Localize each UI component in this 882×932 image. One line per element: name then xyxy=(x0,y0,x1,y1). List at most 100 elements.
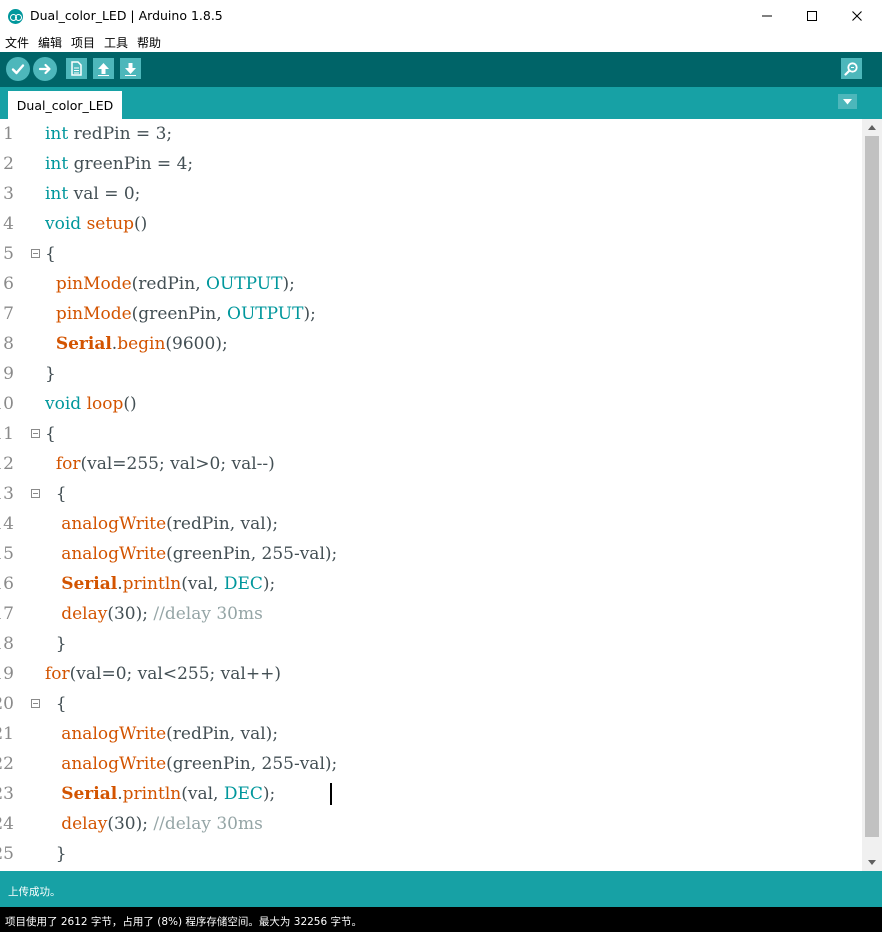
menu-file[interactable]: 文件 xyxy=(5,34,29,51)
code-token: (redPin, val); xyxy=(166,514,279,534)
line-code: Serial.println(val, DEC); xyxy=(45,574,275,594)
line-code: int greenPin = 4; xyxy=(45,154,193,174)
line-number: 22 xyxy=(0,754,14,774)
line-code: } xyxy=(45,634,67,654)
new-icon xyxy=(71,61,82,76)
line-number: 24 xyxy=(0,814,14,834)
scroll-up-button[interactable] xyxy=(862,119,882,136)
close-button[interactable] xyxy=(834,0,880,32)
line-code: int redPin = 3; xyxy=(45,124,172,144)
code-line: 24 delay(30); //delay 30ms xyxy=(0,809,862,839)
code-token: analogWrite xyxy=(61,514,167,534)
line-number: 7 xyxy=(3,304,14,324)
code-editor[interactable]: 1 int redPin = 3; 2 int greenPin = 4; 3 int v… xyxy=(0,119,882,871)
code-token: loop xyxy=(86,394,124,414)
fold-collapse-icon[interactable] xyxy=(31,489,40,498)
code-token: { xyxy=(45,694,67,714)
code-line: 13 { xyxy=(0,479,862,509)
code-token: () xyxy=(123,394,137,414)
code-token: ); xyxy=(262,574,276,594)
code-token: //delay 30ms xyxy=(153,604,263,624)
code-line: 7 pinMode(greenPin, OUTPUT); xyxy=(0,299,862,329)
code-token: println xyxy=(122,784,182,804)
open-button[interactable] xyxy=(93,58,114,79)
scroll-down-button[interactable] xyxy=(862,854,882,871)
code-line: 6 pinMode(redPin, OUTPUT); xyxy=(0,269,862,299)
close-icon xyxy=(852,11,862,21)
code-line: 2 int greenPin = 4; xyxy=(0,149,862,179)
code-line: 5{ xyxy=(0,239,862,269)
verify-button[interactable] xyxy=(6,57,30,81)
line-code: analogWrite(greenPin, 255-val); xyxy=(45,754,337,774)
line-number: 6 xyxy=(3,274,14,294)
code-token: setup xyxy=(86,214,135,234)
line-code: void setup() xyxy=(45,214,147,234)
upload-icon xyxy=(38,63,51,75)
new-button[interactable] xyxy=(66,58,87,79)
code-line: 4 void setup() xyxy=(0,209,862,239)
minimize-button[interactable] xyxy=(744,0,790,32)
menu-bar: 文件 编辑 项目 工具 帮助 xyxy=(0,32,882,52)
code-token: int xyxy=(45,184,69,204)
code-token: pinMode xyxy=(55,274,132,294)
code-token: Serial xyxy=(55,334,112,354)
scroll-up-arrow-icon xyxy=(868,125,876,130)
chevron-down-icon xyxy=(843,98,852,104)
code-line: 20 { xyxy=(0,689,862,719)
code-line: 25 } xyxy=(0,839,862,869)
scroll-thumb[interactable] xyxy=(865,136,879,837)
status-message: 上传成功。 xyxy=(8,886,61,898)
code-token: analogWrite xyxy=(61,754,167,774)
code-line: 21 analogWrite(redPin, val); xyxy=(0,719,862,749)
code-token: void xyxy=(45,394,82,414)
line-number: 15 xyxy=(0,544,14,564)
code-token: DEC xyxy=(223,784,263,804)
menu-tools[interactable]: 工具 xyxy=(104,34,128,51)
line-code: { xyxy=(45,424,56,444)
tab-dual-color-led[interactable]: Dual_color_LED xyxy=(8,91,122,119)
line-number: 5 xyxy=(3,244,14,264)
code-token: for xyxy=(55,454,81,474)
code-line: 14 analogWrite(redPin, val); xyxy=(0,509,862,539)
menu-edit[interactable]: 编辑 xyxy=(38,34,62,51)
line-code: } xyxy=(45,844,67,864)
fold-collapse-icon[interactable] xyxy=(31,249,40,258)
code-token: delay xyxy=(61,604,108,624)
code-token: println xyxy=(122,574,182,594)
maximize-button[interactable] xyxy=(789,0,835,32)
upload-button[interactable] xyxy=(33,57,57,81)
line-number: 2 xyxy=(3,154,14,174)
code-token: (9600); xyxy=(165,334,228,354)
code-token: val = 0; xyxy=(68,184,141,204)
menu-help[interactable]: 帮助 xyxy=(137,34,161,51)
vertical-scrollbar[interactable] xyxy=(862,119,882,871)
fold-collapse-icon[interactable] xyxy=(31,429,40,438)
line-code: Serial.begin(9600); xyxy=(45,334,228,354)
line-code: delay(30); //delay 30ms xyxy=(45,604,263,624)
line-code: { xyxy=(45,244,56,264)
code-line: 12 for(val=255; val>0; val--) xyxy=(0,449,862,479)
code-line: 10 void loop() xyxy=(0,389,862,419)
code-line: 17 delay(30); //delay 30ms xyxy=(0,599,862,629)
code-token: OUTPUT xyxy=(206,274,283,294)
line-code: void loop() xyxy=(45,394,137,414)
code-token: } xyxy=(45,364,56,384)
text-caret xyxy=(330,783,332,805)
menu-sketch[interactable]: 项目 xyxy=(71,34,95,51)
open-icon xyxy=(98,62,109,76)
tab-menu-button[interactable] xyxy=(838,94,857,109)
code-token: ); xyxy=(262,784,276,804)
line-code: { xyxy=(45,484,67,504)
line-number: 8 xyxy=(3,334,14,354)
fold-collapse-icon[interactable] xyxy=(31,699,40,708)
line-number: 25 xyxy=(0,844,14,864)
serial-monitor-button[interactable] xyxy=(841,58,862,79)
code-line: 8 Serial.begin(9600); xyxy=(0,329,862,359)
arduino-logo-icon xyxy=(8,9,23,24)
code-token: (val=0; val<255; val++) xyxy=(69,664,281,684)
save-button[interactable] xyxy=(120,58,141,79)
code-token: (greenPin, 255-val); xyxy=(166,544,338,564)
line-code: delay(30); //delay 30ms xyxy=(45,814,263,834)
code-token: (30); xyxy=(107,604,154,624)
